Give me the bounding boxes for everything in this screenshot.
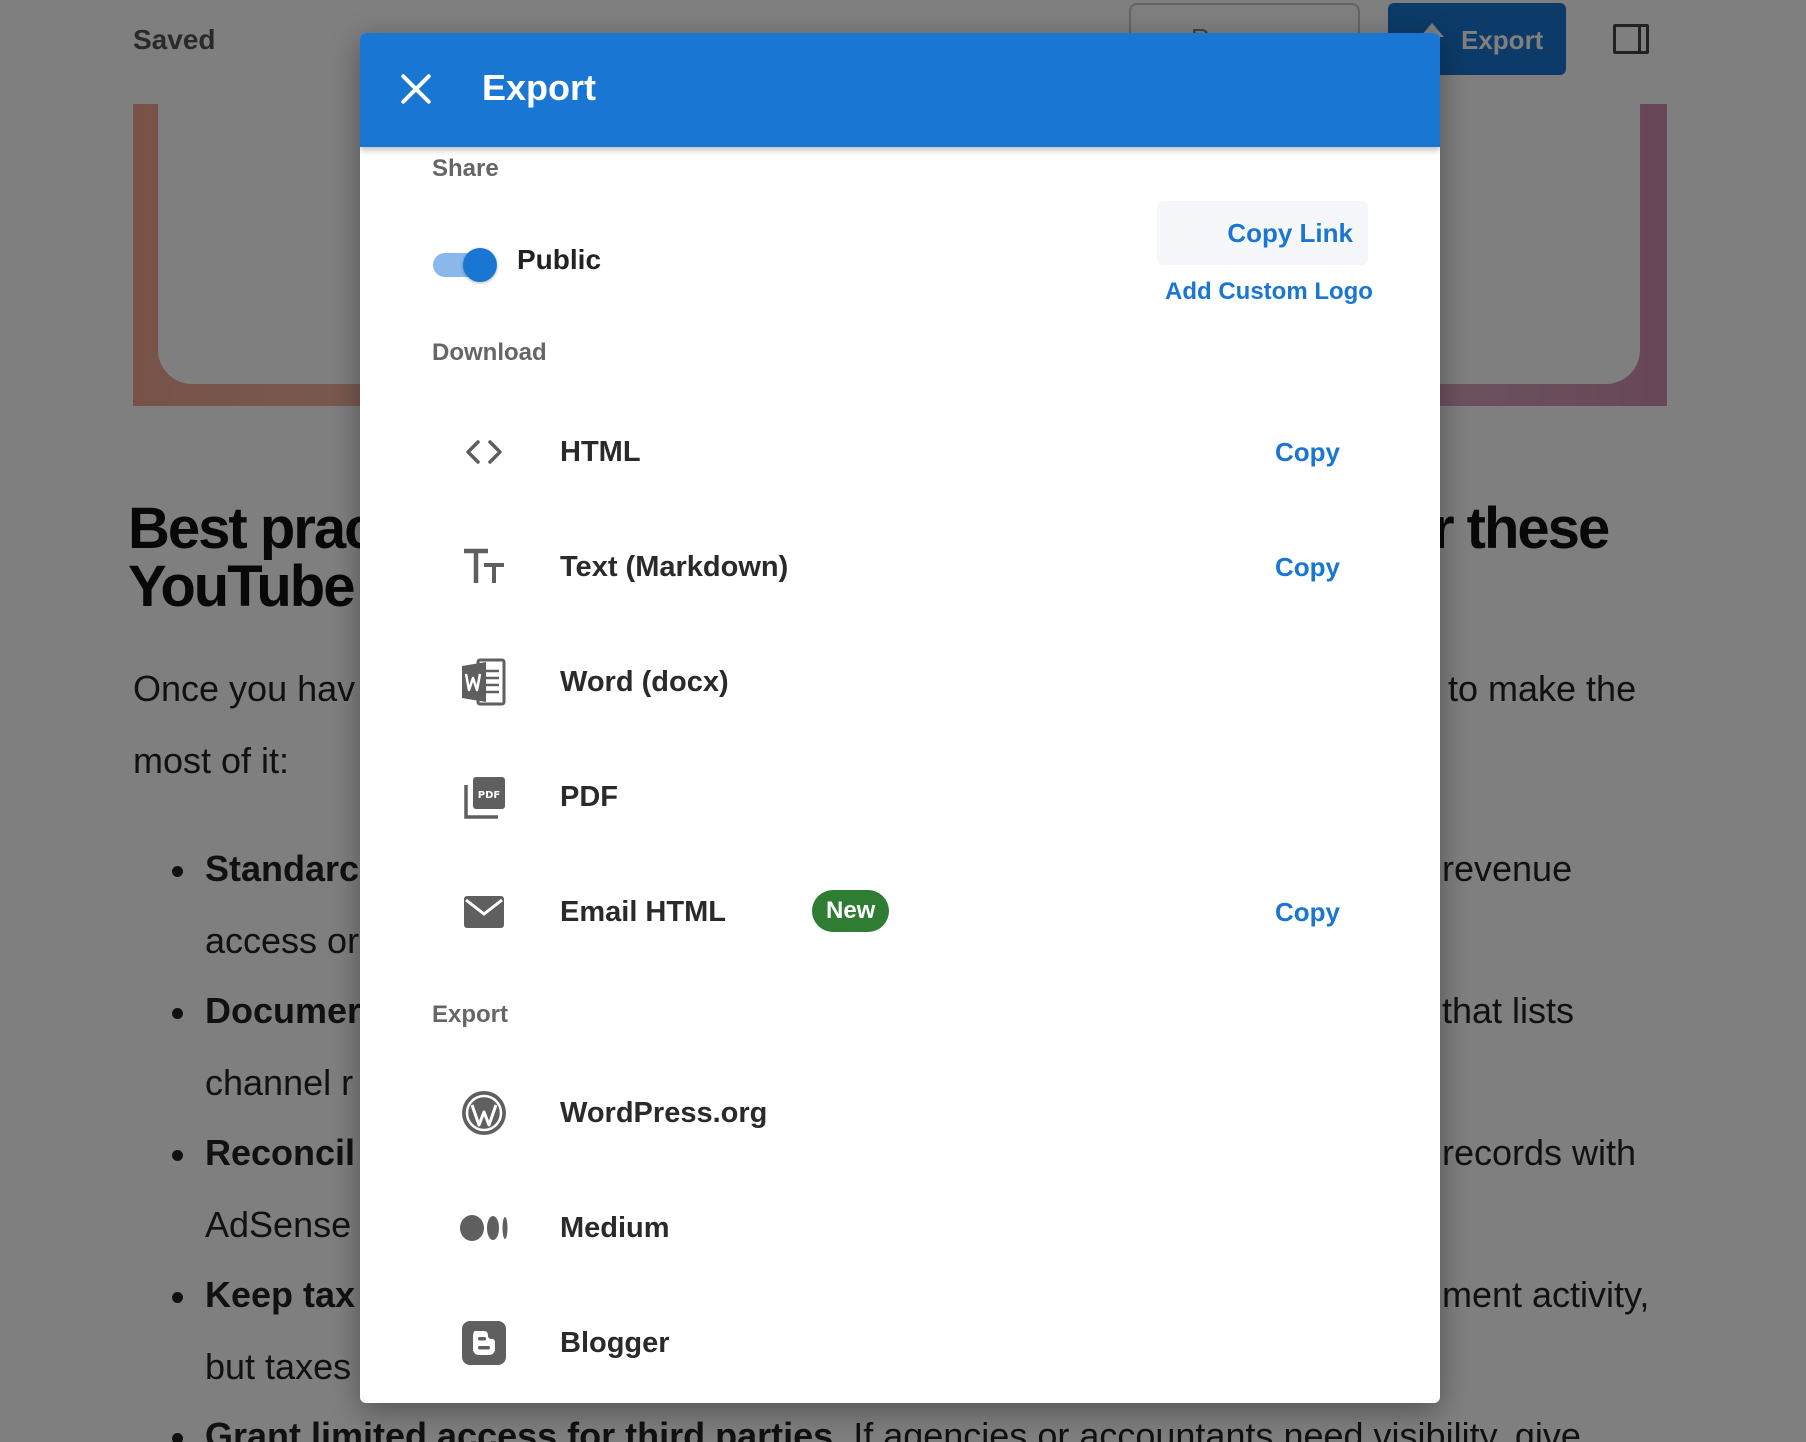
code-icon	[458, 426, 510, 478]
word-doc-icon	[458, 656, 510, 708]
download-email-html-row[interactable]: Email HTML New Copy	[420, 862, 1380, 962]
new-badge: New	[812, 890, 890, 932]
copy-markdown-button[interactable]: Copy	[1275, 552, 1340, 583]
medium-label: Medium	[560, 1212, 670, 1244]
pdf-icon: PDF	[458, 771, 510, 823]
markdown-label: Text (Markdown)	[560, 551, 789, 583]
word-label: Word (docx)	[560, 666, 729, 698]
blogger-label: Blogger	[560, 1327, 670, 1359]
share-section-label: Share	[432, 155, 499, 182]
text-size-icon	[458, 541, 510, 593]
download-html-row[interactable]: HTML Copy	[420, 402, 1380, 502]
blogger-icon	[458, 1317, 510, 1369]
export-dialog: Export Share Public Copy Link Add Custom…	[360, 33, 1440, 1403]
public-label: Public	[517, 244, 602, 275]
pdf-label: PDF	[560, 781, 618, 813]
add-custom-logo-link[interactable]: Add Custom Logo	[1165, 278, 1373, 306]
dialog-title: Export	[482, 67, 597, 108]
copy-email-html-button[interactable]: Copy	[1275, 897, 1340, 928]
export-medium-row[interactable]: Medium	[420, 1178, 1380, 1278]
export-wordpress-row[interactable]: WordPress.org	[420, 1063, 1380, 1163]
svg-text:PDF: PDF	[478, 790, 500, 801]
download-markdown-row[interactable]: Text (Markdown) Copy	[420, 517, 1380, 617]
export-section-label: Export	[432, 1001, 509, 1028]
toggle-knob	[463, 248, 497, 282]
dialog-header: Export	[360, 33, 1440, 147]
wordpress-label: WordPress.org	[560, 1097, 768, 1129]
export-blogger-row[interactable]: Blogger	[420, 1293, 1380, 1393]
wordpress-icon	[458, 1087, 510, 1139]
email-html-label: Email HTML	[560, 896, 726, 928]
download-section-label: Download	[432, 339, 547, 366]
close-icon[interactable]	[398, 71, 434, 107]
download-pdf-row[interactable]: PDF PDF	[420, 747, 1380, 847]
mail-icon	[458, 886, 510, 938]
html-label: HTML	[560, 436, 641, 468]
public-toggle[interactable]	[433, 243, 501, 287]
download-word-row[interactable]: Word (docx)	[420, 632, 1380, 732]
copy-html-button[interactable]: Copy	[1275, 437, 1340, 468]
copy-link-label: Copy Link	[1227, 218, 1353, 248]
medium-icon	[458, 1202, 510, 1254]
copy-link-button[interactable]: Copy Link	[1157, 201, 1368, 265]
